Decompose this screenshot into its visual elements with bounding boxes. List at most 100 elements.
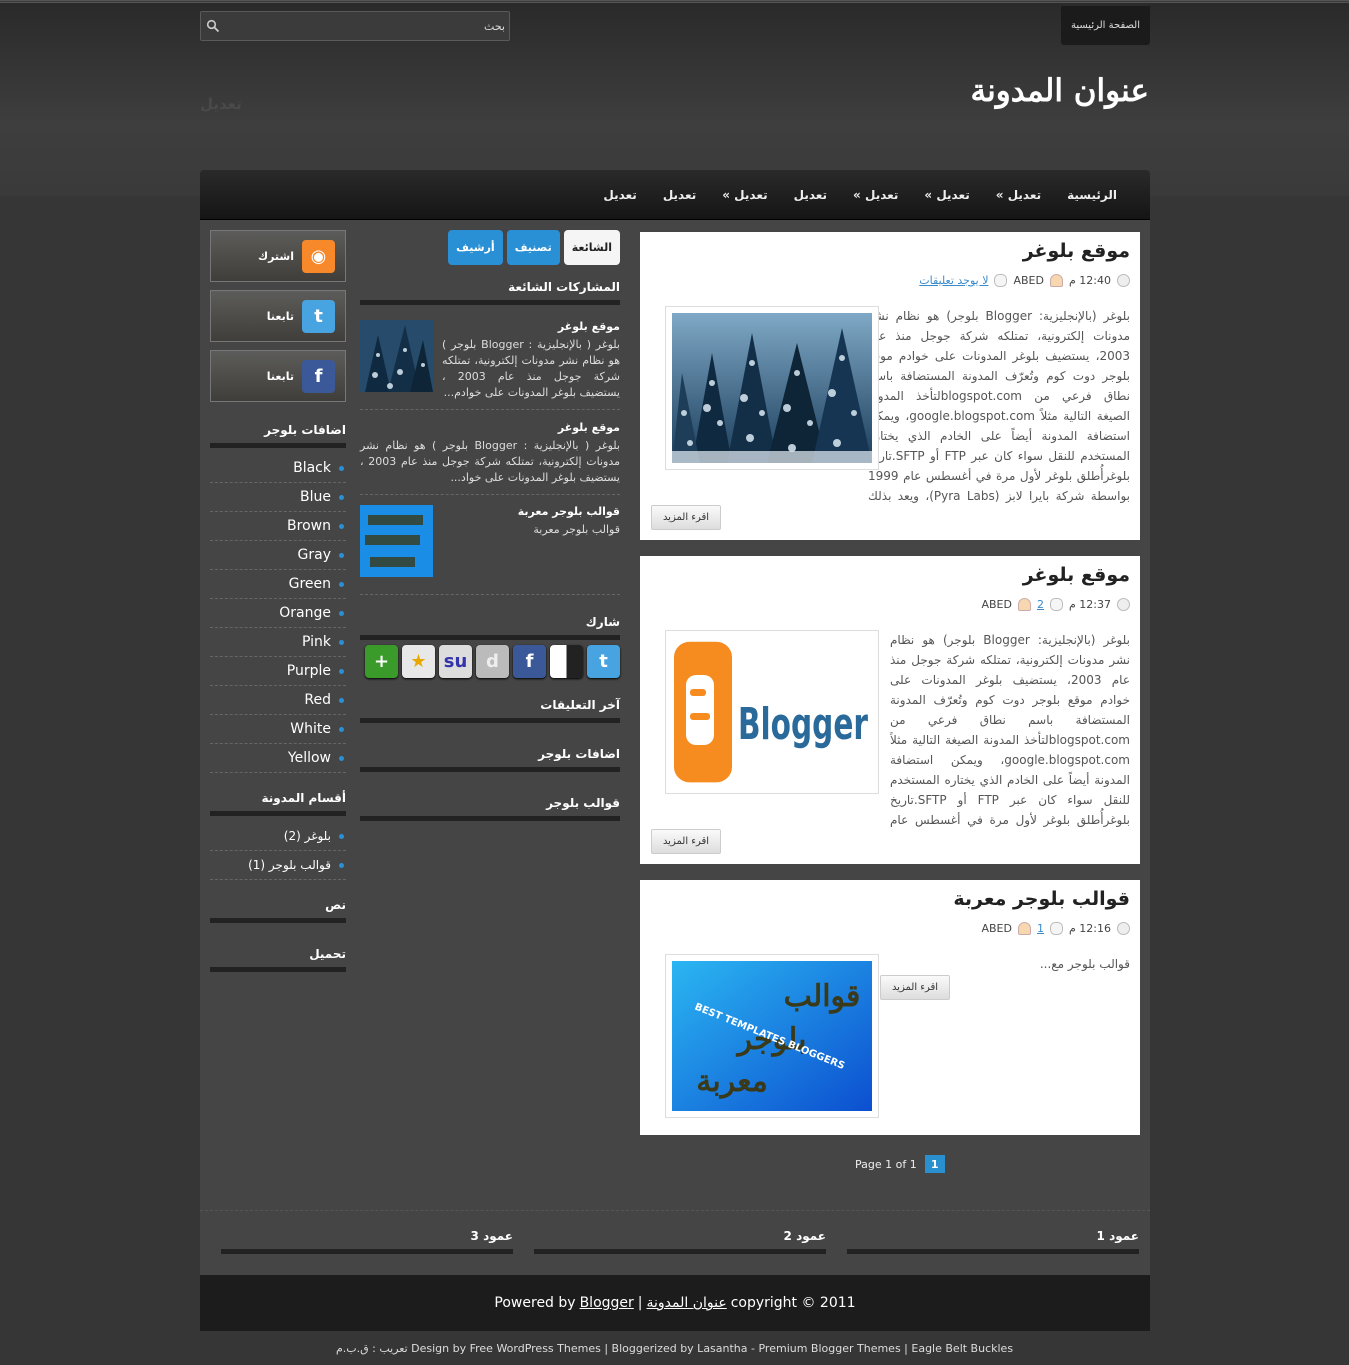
favorites-icon[interactable]: ★ bbox=[402, 645, 435, 678]
popular-post-item[interactable]: موقع بلوغر بلوغر ( بالإنجليزية : Blogger… bbox=[360, 421, 620, 491]
page-label: Page 1 of 1 bbox=[855, 1157, 917, 1171]
comment-icon bbox=[1049, 598, 1063, 611]
addon-item[interactable]: Gray bbox=[210, 541, 346, 570]
blog-title[interactable]: عنوان المدونة bbox=[970, 73, 1149, 109]
search-input[interactable] bbox=[223, 15, 505, 37]
content-area: موقع بلوغر 12:40 م ABED لا يوجد تعليقات … bbox=[200, 220, 1150, 1275]
addon-item[interactable]: Blue bbox=[210, 483, 346, 512]
post-excerpt: بلوغر (بالإنجليزية: Blogger بلوجر) هو نظ… bbox=[890, 633, 1130, 827]
subscribe-rss-box[interactable]: ◉ اشترك bbox=[210, 230, 346, 282]
main-nav: الرئيسية تعديل » تعديل » تعديل » تعديل ت… bbox=[200, 170, 1150, 220]
snowy-forest-image bbox=[672, 313, 872, 463]
search-icon[interactable] bbox=[206, 19, 220, 33]
addon-item[interactable]: Purple bbox=[210, 657, 346, 686]
addthis-icon[interactable]: + bbox=[365, 645, 398, 678]
post-author[interactable]: ABED bbox=[981, 598, 1012, 611]
delicious-icon[interactable] bbox=[550, 645, 583, 678]
post-meta: 12:40 م ABED لا يوجد تعليقات bbox=[919, 274, 1130, 287]
comment-icon bbox=[1049, 922, 1063, 935]
addon-item[interactable]: Green bbox=[210, 570, 346, 599]
tab-categories[interactable]: تصنيف bbox=[506, 230, 560, 265]
powered-by-text: Powered by bbox=[494, 1295, 576, 1311]
page-number-button[interactable]: 1 bbox=[924, 1155, 945, 1173]
popular-post-item[interactable]: قوالب بلوجر معربة قوالب بلوجر معربة bbox=[360, 505, 620, 580]
image-caption-line1: قوالب bbox=[784, 979, 861, 1014]
blogger-link[interactable]: Blogger bbox=[580, 1295, 634, 1311]
footer-separator: | bbox=[637, 1295, 643, 1311]
post-time: 12:40 م bbox=[1068, 274, 1111, 287]
sidebar-tabs: الشائعة تصنيف أرشيف bbox=[448, 230, 620, 265]
post-thumbnail[interactable]: قوالب بلوجر معربة BEST TEMPLATES BLOGGER… bbox=[665, 954, 879, 1118]
nav-item[interactable]: تعديل bbox=[650, 188, 709, 202]
popular-post-title[interactable]: موقع بلوغر bbox=[360, 421, 620, 434]
digg-icon[interactable]: d bbox=[476, 645, 509, 678]
addon-item[interactable]: White bbox=[210, 715, 346, 744]
post-comments-link[interactable]: 2 bbox=[1037, 598, 1044, 611]
addon-item[interactable]: Yellow bbox=[210, 744, 346, 773]
nav-item[interactable]: تعديل » bbox=[709, 188, 780, 202]
post-meta: 12:37 م 2 ABED bbox=[981, 598, 1130, 611]
post-thumbnail[interactable] bbox=[665, 306, 879, 470]
categories-heading: أقسام المدونة bbox=[210, 791, 346, 816]
blogger-logo-image: Blogger bbox=[672, 637, 872, 787]
tab-popular[interactable]: الشائعة bbox=[563, 230, 620, 265]
category-item[interactable]: بلوغر (2) bbox=[210, 822, 346, 851]
popular-post-title[interactable]: موقع بلوغر bbox=[442, 320, 620, 333]
blog-title-link[interactable]: عنوان المدونة bbox=[647, 1295, 727, 1311]
nav-item-home[interactable]: الرئيسية bbox=[1054, 188, 1130, 202]
clock-icon bbox=[1117, 922, 1130, 935]
read-more-button[interactable]: اقرء المزيد bbox=[651, 829, 721, 854]
nav-item[interactable]: تعديل » bbox=[983, 188, 1054, 202]
read-more-button[interactable]: اقرء المزيد bbox=[880, 975, 950, 1000]
footer-columns: عمود 1 عمود 2 عمود 3 bbox=[200, 1210, 1150, 1275]
nav-item[interactable]: تعديل bbox=[781, 188, 840, 202]
nav-item[interactable]: تعديل » bbox=[840, 188, 911, 202]
post-author[interactable]: ABED bbox=[981, 922, 1012, 935]
addons-heading: اضافات بلوجر bbox=[210, 423, 346, 448]
search-box[interactable] bbox=[200, 11, 510, 41]
post-title[interactable]: موقع بلوغر bbox=[1023, 240, 1130, 262]
nav-item[interactable]: تعديل bbox=[590, 188, 649, 202]
header-edit-link[interactable]: تعديل bbox=[200, 95, 242, 113]
header: الصفحة الرئيسية عنوان المدونة تعديل bbox=[0, 0, 1349, 196]
clock-icon bbox=[1117, 598, 1130, 611]
facebook-icon[interactable]: f bbox=[513, 645, 546, 678]
popular-post-snippet: قوالب بلوجر معربة bbox=[533, 523, 620, 536]
twitter-icon: t bbox=[302, 299, 335, 333]
credits-line: تعريب : ق.ب.م Design by Free WordPress T… bbox=[335, 1342, 1014, 1355]
read-more-button[interactable]: اقرء المزيد bbox=[651, 505, 721, 530]
addon-item[interactable]: Pink bbox=[210, 628, 346, 657]
follow-facebook-label: تابعنا bbox=[266, 369, 294, 383]
post-title[interactable]: موقع بلوغر bbox=[1023, 564, 1130, 586]
user-icon bbox=[1017, 598, 1031, 611]
addon-item[interactable]: Brown bbox=[210, 512, 346, 541]
post-author[interactable]: ABED bbox=[1013, 274, 1044, 287]
post-time: 12:16 م bbox=[1068, 922, 1111, 935]
popular-post-thumbnail[interactable] bbox=[360, 505, 433, 577]
tab-archive[interactable]: أرشيف bbox=[448, 230, 503, 265]
post-title[interactable]: قوالب بلوجر معربة bbox=[953, 888, 1130, 910]
footer-column-heading: عمود 2 bbox=[534, 1229, 826, 1254]
nav-item[interactable]: تعديل » bbox=[911, 188, 982, 202]
popular-post-item[interactable]: موقع بلوغر بلوغر ( بالإنجليزية : Blogger… bbox=[360, 320, 620, 400]
category-item[interactable]: قوالب بلوجر (1) bbox=[210, 851, 346, 880]
addon-item[interactable]: Red bbox=[210, 686, 346, 715]
follow-facebook-box[interactable]: f تابعنا bbox=[210, 350, 346, 402]
blogger-addons-heading: اضافات بلوجر bbox=[360, 747, 620, 772]
popular-post-title[interactable]: قوالب بلوجر معربة bbox=[442, 505, 620, 518]
post-comments-link[interactable]: 1 bbox=[1037, 922, 1044, 935]
post: قوالب بلوجر معربة 12:16 م 1 ABED قوالب ب… bbox=[640, 880, 1140, 1135]
categories-list: بلوغر (2) قوالب بلوجر (1) bbox=[210, 822, 346, 880]
post-thumbnail[interactable]: Blogger bbox=[665, 630, 879, 794]
popular-post-thumbnail[interactable] bbox=[360, 320, 433, 392]
rss-icon: ◉ bbox=[302, 239, 335, 273]
popular-posts-heading: المشاركات الشائعة bbox=[360, 280, 620, 305]
share-icons: t f d su ★ + bbox=[360, 645, 620, 678]
addon-item[interactable]: Orange bbox=[210, 599, 346, 628]
home-button[interactable]: الصفحة الرئيسية bbox=[1061, 6, 1150, 45]
stumbleupon-icon[interactable]: su bbox=[439, 645, 472, 678]
twitter-icon[interactable]: t bbox=[587, 645, 620, 678]
follow-twitter-box[interactable]: t تابعنا bbox=[210, 290, 346, 342]
addon-item[interactable]: Black bbox=[210, 454, 346, 483]
post-comments-link[interactable]: لا يوجد تعليقات bbox=[919, 274, 988, 287]
